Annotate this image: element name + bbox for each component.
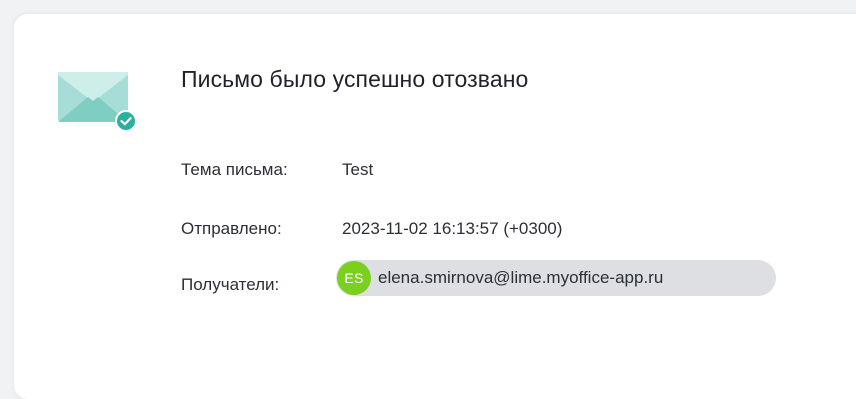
subject-row: Тема письма: Test [181,158,373,182]
recipients-label: Получатели: [181,275,280,294]
recipient-chip[interactable]: ES elena.smirnova@lime.myoffice-app.ru [336,260,776,296]
mail-recalled-icon [58,72,137,132]
sent-row: Отправлено: 2023-11-02 16:13:57 (+0300) [181,217,562,241]
recall-result-card: Письмо было успешно отозвано Тема письма… [14,14,856,399]
avatar: ES [337,261,371,295]
subject-label: Тема письма: [181,160,288,179]
recipients-row: Получатели: ES elena.smirnova@lime.myoff… [181,260,776,297]
sent-label: Отправлено: [181,219,282,238]
page-title: Письмо было успешно отозвано [181,66,529,92]
recipient-email: elena.smirnova@lime.myoffice-app.ru [378,268,664,287]
sent-value: 2023-11-02 16:13:57 (+0300) [342,219,563,238]
subject-value: Test [342,160,374,179]
